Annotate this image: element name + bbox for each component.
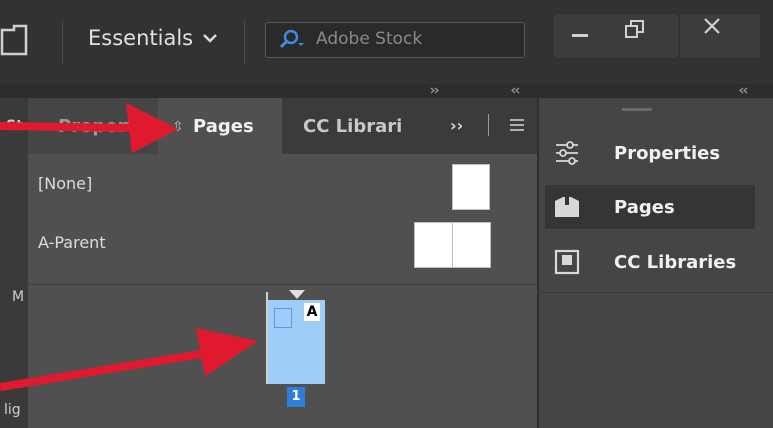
annotation-arrow-pages-tab — [0, 103, 178, 153]
annotation-arrow-page-thumbnail — [0, 328, 258, 391]
annotation-overlay — [0, 103, 258, 391]
